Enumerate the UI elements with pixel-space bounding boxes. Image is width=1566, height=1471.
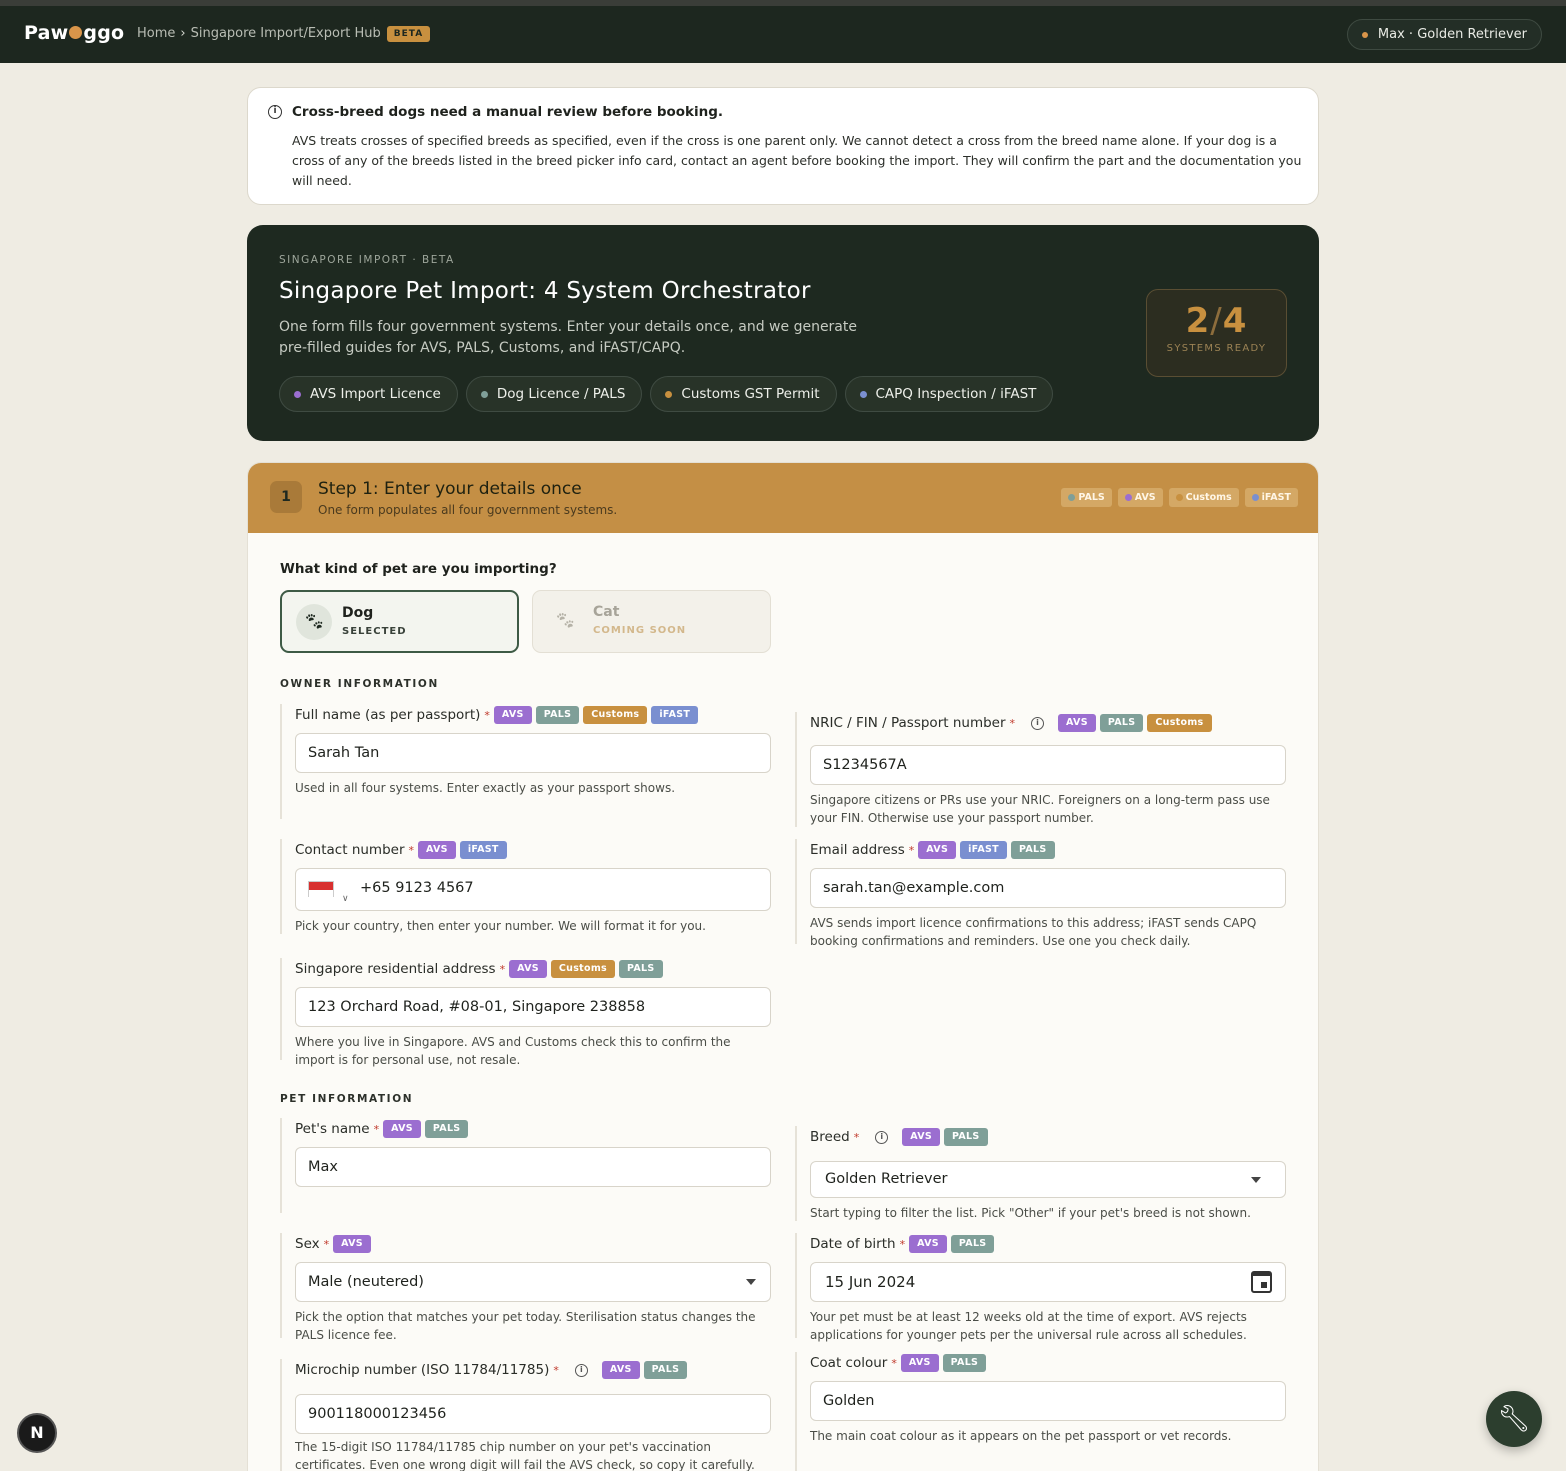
email-input[interactable]: sarah.tan@example.com bbox=[810, 868, 1286, 908]
chip-capq-inspection-ifast[interactable]: CAPQ Inspection / iFAST bbox=[844, 376, 1054, 412]
step-badge-customs: Customs bbox=[1168, 488, 1239, 507]
info-icon[interactable]: i bbox=[875, 1130, 889, 1144]
pet-type-question: What kind of pet are you importing? bbox=[280, 561, 557, 577]
ifast-dot-icon bbox=[859, 391, 867, 398]
step-title: Step 1: Enter your details once bbox=[318, 479, 582, 499]
pals-dot-icon bbox=[1068, 494, 1076, 501]
contact-number-field: Contact number * AVS iFAST ∨ +65 9123 4567 … bbox=[280, 839, 771, 934]
avs-dot-icon bbox=[294, 391, 301, 398]
step-badge-avs: AVS bbox=[1117, 488, 1163, 507]
wrench-icon[interactable]: 🔧︎ bbox=[1486, 1391, 1542, 1447]
coat-colour-field: Coat colour * AVS PALS Golden The main coat… bbox=[795, 1352, 1286, 1471]
systems-ready-counter: 2/4 SYSTEMS READY bbox=[1146, 289, 1287, 377]
breed-field: Breed * i AVS PALS Golden Retriever Start ty… bbox=[795, 1126, 1286, 1221]
notice-body: AVS treats crosses of specified breeds a… bbox=[292, 133, 1302, 188]
active-pet-selector[interactable]: Max · Golden Retriever bbox=[1346, 19, 1542, 50]
microchip-input[interactable]: 900118000123456 bbox=[295, 1394, 771, 1434]
breadcrumb-current: Singapore Import/Export Hub bbox=[190, 26, 381, 41]
system-chips: AVS Import Licence Dog Licence / PALS Cu… bbox=[279, 376, 1054, 412]
date-of-birth-field: Date of birth * AVS PALS 15 Jun 2024 Your p… bbox=[795, 1233, 1286, 1342]
ready-total: 4 bbox=[1222, 301, 1248, 341]
dropdown-arrow-icon bbox=[1251, 1177, 1261, 1183]
chip-customs-gst-permit[interactable]: Customs GST Permit bbox=[650, 376, 837, 412]
step-header: 1 Step 1: Enter your details once One fo… bbox=[248, 463, 1318, 533]
step-badge-ifast: iFAST bbox=[1244, 488, 1298, 507]
logo-paw-dot-icon bbox=[69, 26, 83, 39]
page-title: Singapore Pet Import: 4 System Orchestra… bbox=[279, 278, 811, 304]
microchip-field: Microchip number (ISO 11784/11785) * i AVS P… bbox=[280, 1359, 771, 1471]
paw-icon: 🐾︎ bbox=[554, 611, 576, 631]
fullname-input[interactable]: Sarah Tan bbox=[295, 733, 771, 773]
sex-select[interactable]: Male (neutered) bbox=[295, 1262, 771, 1302]
info-icon: i bbox=[268, 105, 282, 119]
ifast-dot-icon bbox=[1251, 494, 1259, 501]
nric-input[interactable]: S1234567A bbox=[810, 745, 1286, 785]
pawggo-logo[interactable]: Paw ggo bbox=[24, 22, 124, 44]
pet-type-cat-option: 🐾︎ Cat COMING SOON bbox=[532, 590, 771, 653]
customs-dot-icon bbox=[1175, 494, 1183, 501]
ready-count: 2 bbox=[1185, 301, 1211, 341]
pet-type-dog-option[interactable]: 🐾︎ Dog SELECTED bbox=[280, 590, 519, 653]
dev-tools-button[interactable]: N bbox=[17, 1413, 57, 1453]
step-1-card: 1 Step 1: Enter your details once One fo… bbox=[247, 462, 1319, 1471]
pet-name-field: Pet's name * AVS PALS Max bbox=[280, 1118, 771, 1213]
address-input[interactable]: 123 Orchard Road, #08-01, Singapore 2388… bbox=[295, 987, 771, 1027]
step-badge-pals: PALS bbox=[1061, 488, 1112, 507]
address-field: Singapore residential address * AVS Customs… bbox=[280, 958, 771, 1067]
avs-dot-icon bbox=[1124, 494, 1132, 501]
step-number: 1 bbox=[270, 481, 302, 513]
top-navigation-bar: Paw ggo Home › Singapore Import/Export Hub B… bbox=[0, 6, 1566, 63]
breadcrumb-home-link[interactable]: Home bbox=[137, 26, 175, 41]
hero-subtitle: One form fills four government systems. … bbox=[279, 319, 857, 356]
info-icon[interactable]: i bbox=[574, 1363, 588, 1377]
chip-avs-import-licence[interactable]: AVS Import Licence bbox=[279, 376, 458, 412]
step-system-badges: PALS AVS Customs iFAST bbox=[1061, 488, 1298, 507]
cross-breed-notice: i Cross-breed dogs need a manual review … bbox=[247, 87, 1319, 205]
notice-title: Cross-breed dogs need a manual review be… bbox=[292, 104, 724, 120]
chip-dog-licence-pals[interactable]: Dog Licence / PALS bbox=[465, 376, 643, 412]
customs-dot-icon bbox=[665, 391, 673, 398]
info-icon[interactable]: i bbox=[1031, 716, 1045, 730]
coat-colour-input[interactable]: Golden bbox=[810, 1381, 1286, 1421]
orchestrator-hero: SINGAPORE IMPORT · BETA Singapore Pet Im… bbox=[247, 225, 1319, 441]
date-of-birth-input[interactable]: 15 Jun 2024 bbox=[810, 1262, 1286, 1302]
contact-number-input[interactable]: ∨ +65 9123 4567 bbox=[295, 868, 771, 911]
sex-field: Sex * AVS Male (neutered) Pick the option … bbox=[280, 1233, 771, 1342]
pals-dot-icon bbox=[480, 391, 488, 398]
dropdown-arrow-icon bbox=[746, 1279, 756, 1285]
pet-name-input[interactable]: Max bbox=[295, 1147, 771, 1187]
beta-badge: BETA bbox=[386, 26, 431, 42]
pet-information-heading: PET INFORMATION bbox=[280, 1093, 414, 1105]
owner-information-heading: OWNER INFORMATION bbox=[280, 678, 439, 690]
singapore-flag-icon[interactable] bbox=[308, 881, 334, 897]
paw-icon: 🐾︎ bbox=[296, 604, 332, 640]
breadcrumb: Home › Singapore Import/Export Hub BETA bbox=[137, 26, 431, 42]
hero-eyebrow: SINGAPORE IMPORT · BETA bbox=[279, 254, 455, 266]
step-subtitle: One form populates all four government s… bbox=[318, 503, 618, 517]
chevron-down-icon: ∨ bbox=[342, 894, 349, 904]
calendar-icon[interactable] bbox=[1251, 1271, 1272, 1293]
pet-status-dot-icon bbox=[1361, 32, 1368, 38]
breadcrumb-chevron-icon: › bbox=[180, 26, 186, 41]
ready-label: SYSTEMS READY bbox=[1166, 343, 1267, 354]
breed-select[interactable]: Golden Retriever bbox=[810, 1161, 1286, 1198]
fullname-field: Full name (as per passport) * AVS PALS Custo… bbox=[280, 704, 771, 819]
email-field: Email address * AVS iFAST PALS sarah.tan@exa… bbox=[795, 839, 1286, 948]
nric-field: NRIC / FIN / Passport number * i AVS PALS Cus… bbox=[795, 712, 1286, 827]
